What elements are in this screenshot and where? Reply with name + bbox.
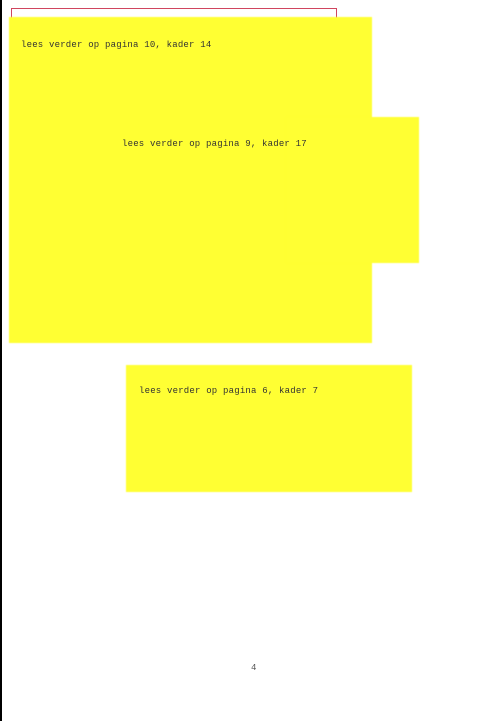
page-number: 4 <box>251 663 257 673</box>
continue-note-pagina-9: lees verder op pagina 9, kader 17 <box>122 139 307 149</box>
continue-note-pagina-6: lees verder op pagina 6, kader 7 <box>139 386 319 396</box>
highlight-box-pagina-6 <box>127 366 411 491</box>
page-left-border <box>0 0 2 721</box>
continue-note-pagina-10: lees verder op pagina 10, kader 14 <box>21 40 212 50</box>
